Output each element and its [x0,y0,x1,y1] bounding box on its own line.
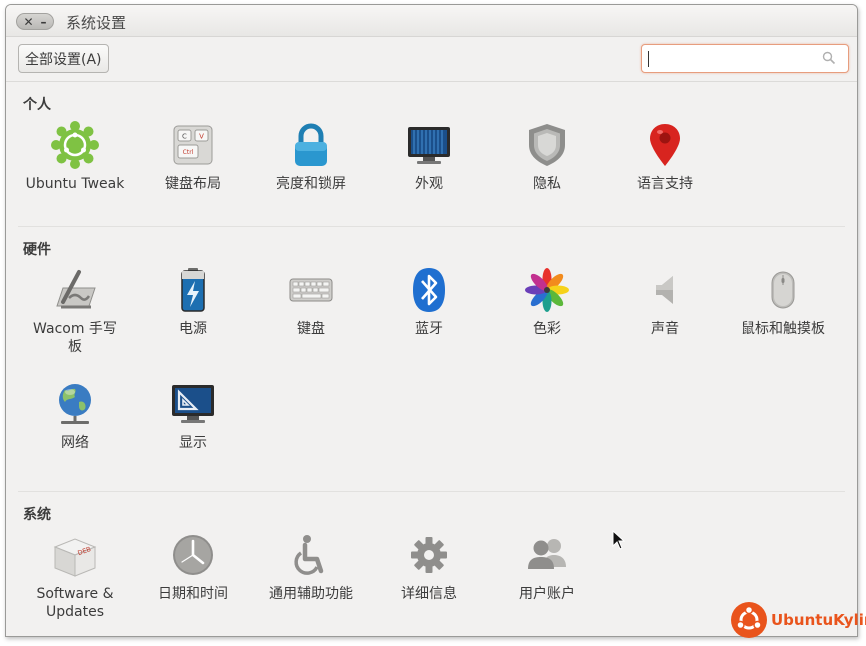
settings-panel: 个人 Ubuntu Tweak C V Ctrl 键盘布局 亮度和锁屏 外观 隐… [6,83,857,636]
item-label: 鼠标和触摸板 [741,321,825,337]
item-brightness-lock[interactable]: 亮度和锁屏 [252,121,370,193]
section-divider [18,491,845,492]
item-label: 色彩 [533,321,561,337]
item-label-line2: Updates [46,604,104,620]
item-label-line2: 板 [68,339,82,355]
search-icon [822,51,836,65]
item-label: 蓝牙 [415,321,443,337]
close-button[interactable]: ✕ [23,16,33,28]
ubuntu-tweak-icon [51,121,99,169]
item-keyboard-layout[interactable]: C V Ctrl 键盘布局 [134,121,252,193]
keyboard-layout-icon: C V Ctrl [173,125,213,165]
item-label-line1: Software & [36,586,114,602]
item-network[interactable]: 网络 [16,380,134,452]
gear-icon [411,537,447,573]
svg-text:C: C [182,133,187,141]
svg-text:V: V [199,133,204,141]
item-label: 显示 [179,435,207,451]
item-software-updates[interactable]: DEB Software & Updates [16,531,134,621]
item-ubuntu-tweak[interactable]: Ubuntu Tweak [16,121,134,193]
section-title-system: 系统 [23,507,51,523]
item-power[interactable]: 电源 [134,266,252,338]
lock-icon [295,123,327,166]
item-label: 隐私 [533,176,561,192]
brand-text: UbuntuKylin [771,611,866,629]
item-label-line1: Wacom 手写 [33,321,117,337]
monitor-icon [408,127,450,164]
item-keyboard[interactable]: 键盘 [252,266,370,338]
item-label: 日期和时间 [158,586,228,602]
title-bar: ✕ – 系统设置 [6,5,857,37]
item-wacom-tablet[interactable]: Wacom 手写 板 [16,266,134,356]
item-label: 键盘布局 [165,176,221,192]
item-bluetooth[interactable]: 蓝牙 [370,266,488,338]
section-divider [18,226,845,227]
item-mouse-touchpad[interactable]: 鼠标和触摸板 [724,266,842,338]
mouse-icon [771,271,795,309]
window-title: 系统设置 [66,14,127,32]
color-flower-icon [525,268,569,312]
globe-network-icon [59,384,91,424]
map-pin-icon [650,124,680,166]
settings-window: ✕ – 系统设置 全部设置(A) 个人 Ubuntu Tweak C V Ctr… [5,4,858,637]
display-icon [172,385,214,423]
item-label: 声音 [651,321,679,337]
item-appearance[interactable]: 外观 [370,121,488,193]
item-display[interactable]: 显示 [134,380,252,452]
speaker-icon [656,276,673,304]
ubuntukylin-watermark: UbuntuKylin [730,600,866,640]
svg-text:Ctrl: Ctrl [183,149,194,156]
item-sound[interactable]: 声音 [606,266,724,338]
all-settings-button[interactable]: 全部设置(A) [18,44,109,73]
search-input[interactable] [641,44,849,73]
item-details[interactable]: 详细信息 [370,531,488,603]
item-label: 键盘 [297,321,325,337]
minimize-button[interactable]: – [41,16,47,28]
tablet-pen-icon [56,270,96,309]
item-date-time[interactable]: 日期和时间 [134,531,252,603]
battery-icon [181,268,205,312]
item-color[interactable]: 色彩 [488,266,606,338]
keyboard-icon [289,278,333,302]
deb-package-icon: DEB [53,538,97,577]
shield-icon [529,124,565,166]
item-user-accounts[interactable]: 用户账户 [488,531,606,603]
item-label: Ubuntu Tweak [25,176,125,192]
item-label: 语言支持 [637,176,693,192]
item-language-support[interactable]: 语言支持 [606,121,724,193]
accessibility-icon [294,535,324,575]
item-label: 外观 [415,176,443,192]
item-privacy[interactable]: 隐私 [488,121,606,193]
item-label: 用户账户 [519,586,575,602]
users-icon [528,539,566,569]
item-label: 亮度和锁屏 [276,176,346,192]
item-accessibility[interactable]: 通用辅助功能 [252,531,370,603]
item-label: 通用辅助功能 [269,586,353,602]
window-controls: ✕ – [16,13,54,30]
item-label: 电源 [179,321,207,337]
bluetooth-icon [413,268,445,312]
item-label: 详细信息 [401,586,457,602]
toolbar: 全部设置(A) [6,37,857,82]
section-title-personal: 个人 [23,97,51,113]
ubuntukylin-logo-icon [731,602,767,638]
item-label: 网络 [61,435,89,451]
clock-icon [173,535,213,575]
text-caret [648,51,649,67]
section-title-hardware: 硬件 [23,242,51,258]
mouse-pointer-icon [612,530,626,550]
